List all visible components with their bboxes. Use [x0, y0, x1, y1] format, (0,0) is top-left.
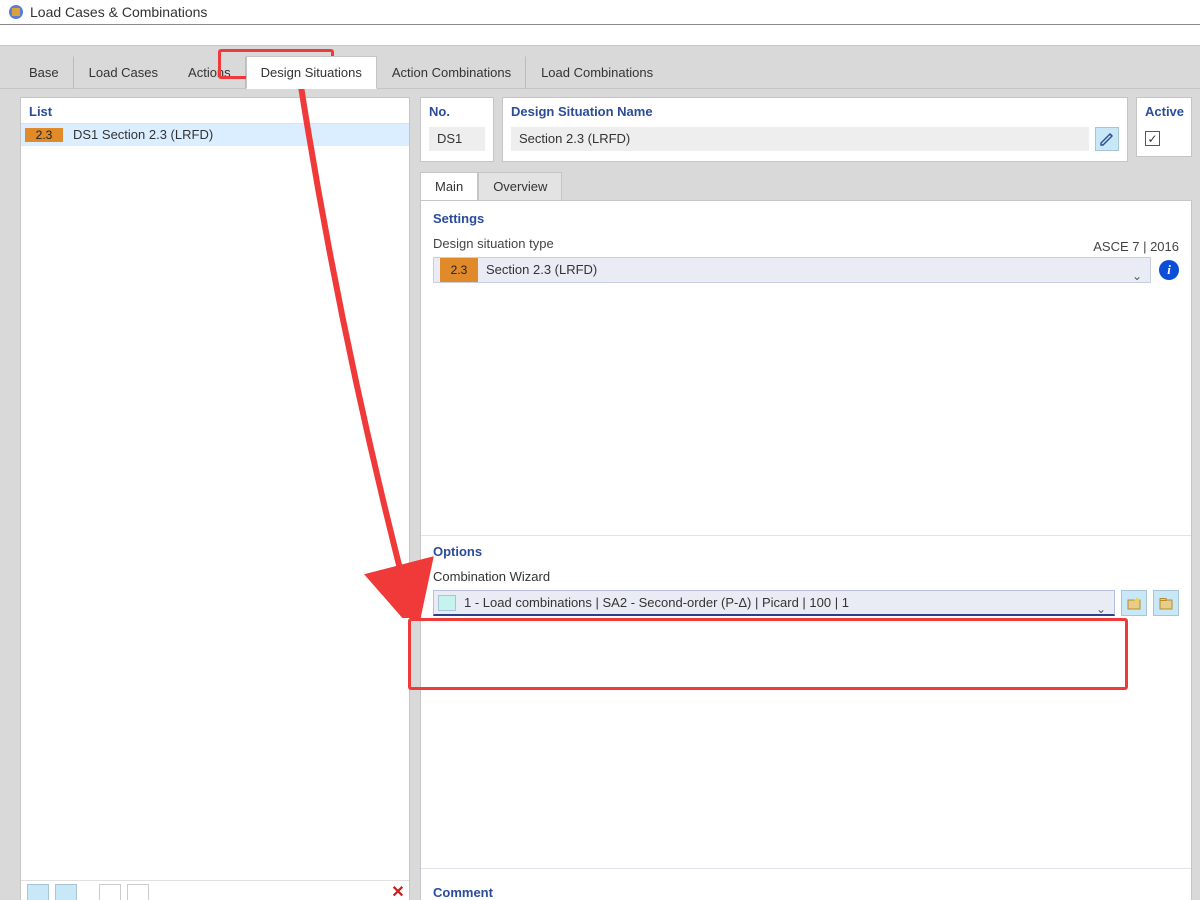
subtab-strip: Main Overview [420, 172, 1192, 200]
tab-load-cases[interactable]: Load Cases [74, 56, 173, 89]
app-icon [8, 4, 24, 20]
wizard-swatch-icon [438, 595, 456, 611]
tab-base[interactable]: Base [14, 56, 74, 89]
no-field-box: No. DS1 [420, 97, 494, 162]
active-field-box: Active [1136, 97, 1192, 157]
tab-design-situations[interactable]: Design Situations [246, 56, 377, 89]
list-panel: List 2.3 DS1 Section 2.3 (LRFD) ✕ [20, 97, 410, 900]
sort-desc-icon[interactable] [127, 884, 149, 900]
list-item-label: DS1 Section 2.3 (LRFD) [73, 127, 213, 142]
delete-item-icon[interactable]: ✕ [387, 884, 409, 900]
no-value: DS1 [429, 127, 485, 151]
list-empty-area [21, 146, 409, 880]
sort-asc-icon[interactable] [99, 884, 121, 900]
chevron-down-icon: ⌄ [1096, 597, 1106, 621]
info-icon[interactable]: i [1159, 260, 1179, 280]
name-label: Design Situation Name [511, 104, 1119, 119]
list-header: List [21, 98, 409, 124]
wizard-new-button[interactable] [1121, 590, 1147, 616]
design-type-label: Design situation type [433, 236, 554, 251]
tab-actions[interactable]: Actions [173, 56, 246, 89]
standard-label: ASCE 7 | 2016 [1093, 239, 1179, 254]
sparkle-folder-icon [1127, 596, 1141, 610]
design-type-value: Section 2.3 (LRFD) [486, 258, 597, 282]
comment-title: Comment [433, 879, 1179, 900]
name-field-box: Design Situation Name Section 2.3 (LRFD) [502, 97, 1128, 162]
design-type-dropdown[interactable]: 2.3 Section 2.3 (LRFD) ⌄ [433, 257, 1151, 283]
wizard-value: 1 - Load combinations | SA2 - Second-ord… [464, 591, 849, 615]
options-title: Options [433, 544, 1179, 559]
no-label: No. [429, 104, 485, 119]
wizard-label: Combination Wizard [433, 569, 1179, 584]
main-card: Settings Design situation type ASCE 7 | … [420, 200, 1192, 900]
folder-open-icon [1159, 596, 1173, 610]
list-item-tag: 2.3 [25, 128, 63, 142]
settings-title: Settings [433, 211, 1179, 226]
list-toolbar: ✕ [21, 880, 409, 900]
main-tabstrip: Base Load Cases Actions Design Situation… [0, 45, 1200, 89]
tab-action-combinations[interactable]: Action Combinations [377, 56, 526, 89]
subtab-overview[interactable]: Overview [478, 172, 562, 200]
duplicate-item-icon[interactable] [55, 884, 77, 900]
pencil-icon [1099, 131, 1115, 147]
design-type-tag: 2.3 [440, 258, 478, 282]
chevron-down-icon: ⌄ [1132, 264, 1142, 288]
subtab-main[interactable]: Main [420, 172, 478, 200]
active-label: Active [1145, 104, 1183, 119]
wizard-edit-button[interactable] [1153, 590, 1179, 616]
name-value: Section 2.3 (LRFD) [511, 127, 1089, 151]
wizard-dropdown[interactable]: 1 - Load combinations | SA2 - Second-ord… [433, 590, 1115, 616]
window-titlebar: Load Cases & Combinations [0, 0, 1200, 25]
new-item-icon[interactable] [27, 884, 49, 900]
tab-load-combinations[interactable]: Load Combinations [526, 56, 668, 89]
window-title: Load Cases & Combinations [30, 4, 207, 20]
list-item[interactable]: 2.3 DS1 Section 2.3 (LRFD) [21, 124, 409, 146]
edit-name-button[interactable] [1095, 127, 1119, 151]
active-checkbox[interactable] [1145, 131, 1160, 146]
